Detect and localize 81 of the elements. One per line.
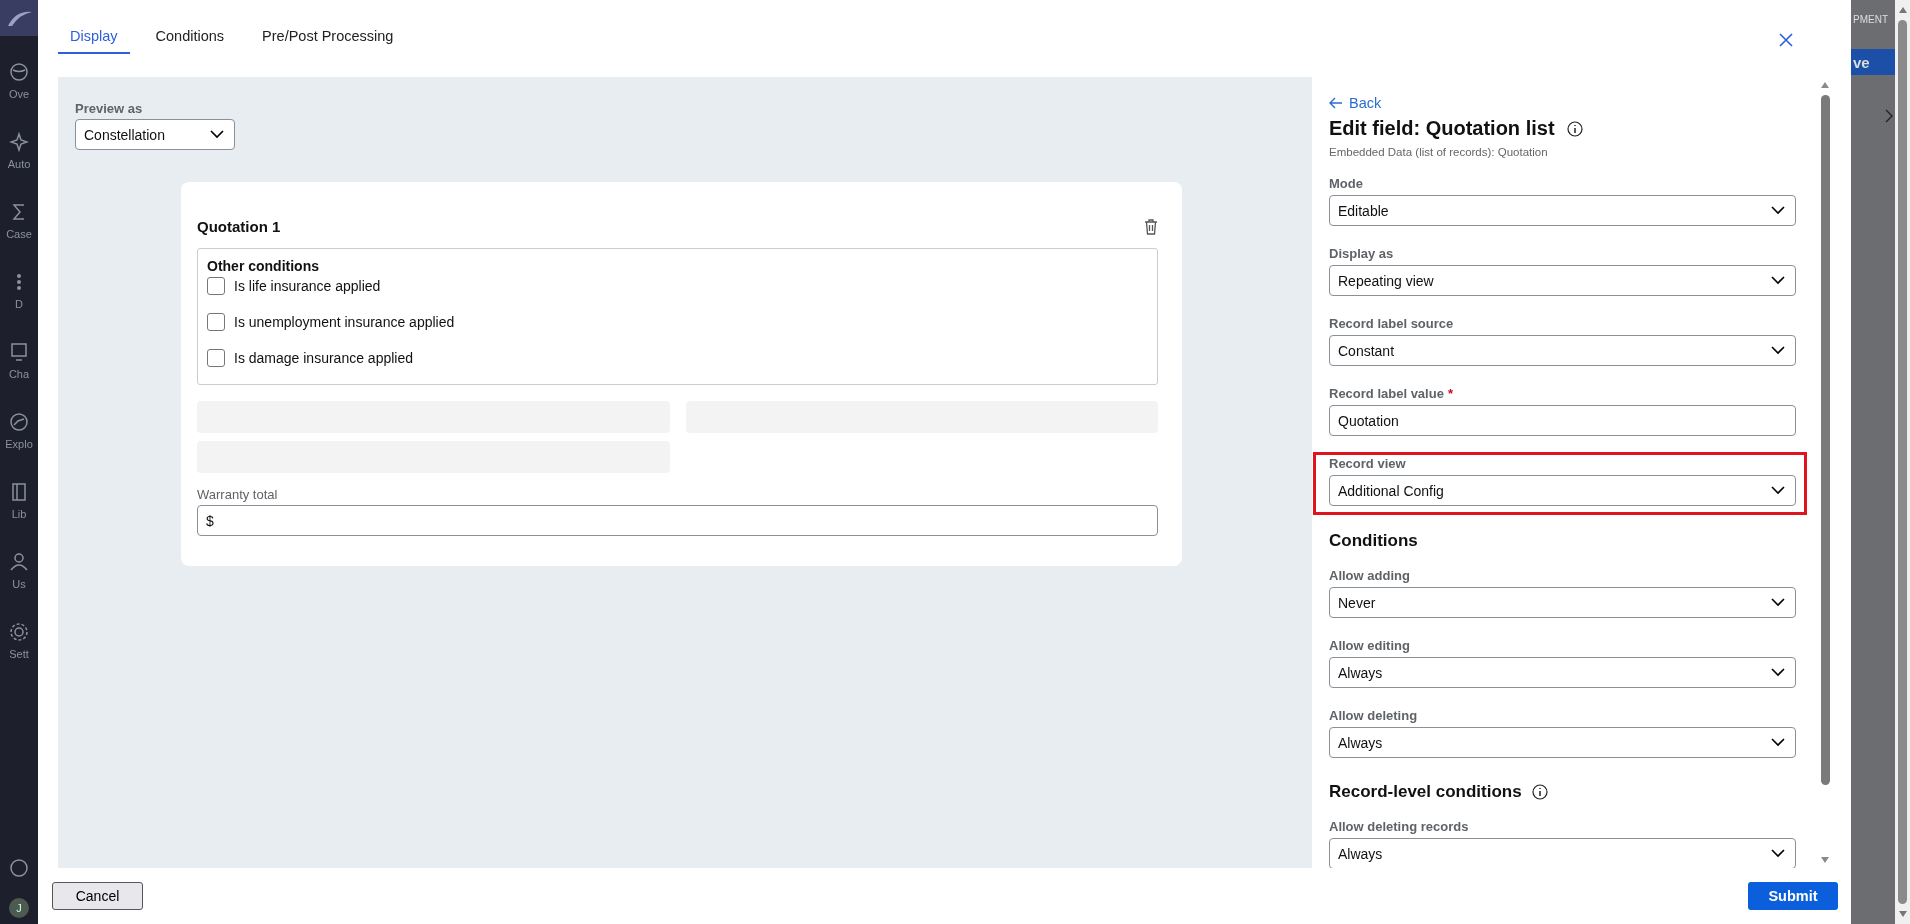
- tab[interactable]: Display: [58, 28, 130, 54]
- arrow-icon: [1329, 97, 1343, 109]
- checkbox[interactable]: [207, 313, 225, 331]
- dropdown[interactable]: Additional Config: [1329, 475, 1796, 506]
- nav-label[interactable]: Auto: [7, 158, 31, 176]
- field-label: Record label value *: [1329, 386, 1454, 401]
- dropdown[interactable]: Always: [1329, 657, 1796, 688]
- nav-label[interactable]: Explo: [5, 438, 33, 456]
- chevron-icon: [1771, 849, 1785, 858]
- field-label: Allow editing: [1329, 638, 1411, 653]
- chevron-icon: [1771, 206, 1785, 215]
- back-link[interactable]: Back: [1329, 95, 1382, 111]
- field-label: Preview as: [75, 101, 143, 116]
- text-field[interactable]: Quotation: [1329, 405, 1796, 436]
- chevron-icon: [1771, 738, 1785, 747]
- preview-select[interactable]: Constellation: [75, 119, 235, 150]
- field-label: Record label source: [1329, 316, 1455, 331]
- dropdown[interactable]: Repeating view: [1329, 265, 1796, 296]
- book-icon[interactable]: [9, 482, 29, 502]
- section-heading: Record-level conditions: [1329, 782, 1522, 802]
- chevron-icon: [1771, 346, 1785, 355]
- help-icon[interactable]: [9, 858, 29, 878]
- nav-label[interactable]: D: [15, 298, 23, 316]
- avatar[interactable]: J: [9, 898, 29, 918]
- chevron-icon[interactable]: [1885, 109, 1893, 123]
- chevron-icon: [1771, 598, 1785, 607]
- chevron-icon: [1771, 486, 1785, 495]
- logo-icon: [0, 0, 38, 36]
- nav-label[interactable]: Sett: [9, 648, 29, 666]
- currency-field[interactable]: $: [197, 505, 1158, 536]
- dropdown[interactable]: Editable: [1329, 195, 1796, 226]
- nav-label[interactable]: Us: [12, 578, 26, 596]
- checkbox-label: Is life insurance applied: [234, 278, 381, 294]
- nav-label[interactable]: Lib: [11, 508, 27, 526]
- section-heading: Conditions: [1329, 531, 1418, 551]
- scroll-down-icon[interactable]: [1820, 856, 1830, 864]
- checkbox[interactable]: [207, 277, 225, 295]
- chevron-icon: [1771, 276, 1785, 285]
- tab[interactable]: Conditions: [143, 28, 237, 54]
- card-title: Quotation 1: [197, 218, 281, 235]
- nav-label[interactable]: Cha: [8, 368, 30, 386]
- info-icon[interactable]: [1531, 784, 1548, 800]
- info-icon[interactable]: [1566, 120, 1583, 137]
- field-label: Warranty total: [197, 487, 279, 502]
- gear-icon[interactable]: [9, 622, 29, 642]
- header-text: PMENT: [1853, 14, 1888, 25]
- chevron-icon: [1771, 668, 1785, 677]
- person-icon[interactable]: [9, 552, 29, 572]
- field-label: Mode: [1329, 176, 1364, 191]
- panel-subtitle: Embedded Data (list of records): Quotation: [1329, 146, 1549, 158]
- panel-title: Edit field: Quotation list: [1329, 117, 1555, 140]
- monitor-icon[interactable]: [9, 342, 29, 362]
- scrollbar[interactable]: [1895, 0, 1910, 924]
- field-label: Allow adding: [1329, 568, 1411, 583]
- cancel-button[interactable]: Cancel: [52, 882, 143, 910]
- scroll-down-icon[interactable]: [1897, 910, 1908, 918]
- trash-icon[interactable]: [1144, 218, 1158, 235]
- dropdown[interactable]: Constant: [1329, 335, 1796, 366]
- dropdown[interactable]: Always: [1329, 727, 1796, 758]
- checkbox-label: Is damage insurance applied: [234, 350, 413, 366]
- gauge-icon[interactable]: [9, 412, 29, 432]
- field-label: Allow deleting records: [1329, 819, 1470, 834]
- dropdown[interactable]: Always: [1329, 838, 1796, 868]
- nav-label[interactable]: Ove: [8, 88, 30, 106]
- submit-button[interactable]: Submit: [1748, 882, 1838, 910]
- globe-icon[interactable]: [9, 62, 29, 82]
- nav-label[interactable]: Case: [6, 228, 32, 246]
- group-title: Other conditions: [207, 258, 320, 274]
- close-icon[interactable]: [1779, 33, 1793, 47]
- field-label: Record view: [1329, 456, 1407, 471]
- save-button[interactable]: ve: [1851, 49, 1895, 75]
- field-label: Allow deleting: [1329, 708, 1419, 723]
- checkbox-label: Is unemployment insurance applied: [234, 314, 455, 330]
- tab[interactable]: Pre/Post Processing: [250, 28, 406, 54]
- checkbox[interactable]: [207, 349, 225, 367]
- chevron-icon: [210, 130, 224, 139]
- sparkle-icon[interactable]: [9, 132, 29, 152]
- dropdown[interactable]: Never: [1329, 587, 1796, 618]
- scroll-up-icon[interactable]: [1897, 6, 1908, 14]
- scroll-up-icon[interactable]: [1820, 81, 1830, 89]
- field-label: Display as: [1329, 246, 1395, 261]
